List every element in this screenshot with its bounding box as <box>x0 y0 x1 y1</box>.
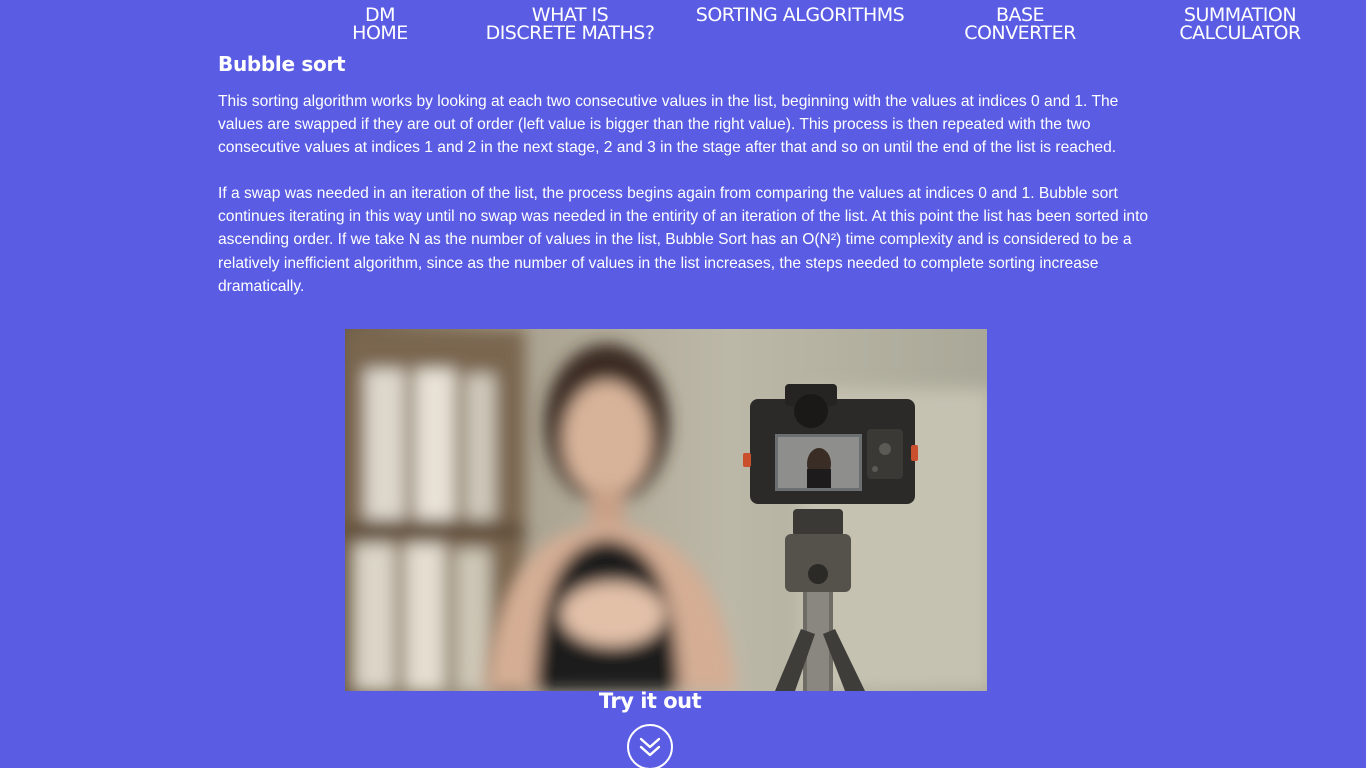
section-title: Bubble sort <box>218 52 346 76</box>
video-photo[interactable] <box>345 329 987 691</box>
double-chevron-down-icon <box>639 737 661 757</box>
page: DM HOME WHAT IS DISCRETE MATHS? SORTING … <box>0 0 1366 768</box>
nav-base-converter[interactable]: BASE CONVERTER <box>945 6 1095 44</box>
nav-what-is-discrete-maths[interactable]: WHAT IS DISCRETE MATHS? <box>470 6 670 44</box>
nav-base-line-2: CONVERTER <box>964 22 1076 44</box>
try-it-out-heading: Try it out <box>598 689 702 713</box>
nav-what-is-line-2: DISCRETE MATHS? <box>485 22 655 44</box>
nav-summation-line-2: CALCULATOR <box>1179 22 1301 44</box>
nav-dm-home-line-2: HOME <box>352 22 408 44</box>
nav-sorting-algorithms[interactable]: SORTING ALGORITHMS <box>680 4 920 26</box>
nav-dm-home[interactable]: DM HOME <box>340 6 420 44</box>
paragraph-2: If a swap was needed in an iteration of … <box>218 185 1149 295</box>
nav-sorting-line-1: SORTING ALGORITHMS <box>695 4 905 26</box>
paragraph-1: This sorting algorithm works by looking … <box>218 93 1119 157</box>
video-photo-illustration <box>345 329 987 691</box>
nav-summation-calculator[interactable]: SUMMATION CALCULATOR <box>1160 6 1320 44</box>
scroll-down-button[interactable] <box>627 724 673 768</box>
